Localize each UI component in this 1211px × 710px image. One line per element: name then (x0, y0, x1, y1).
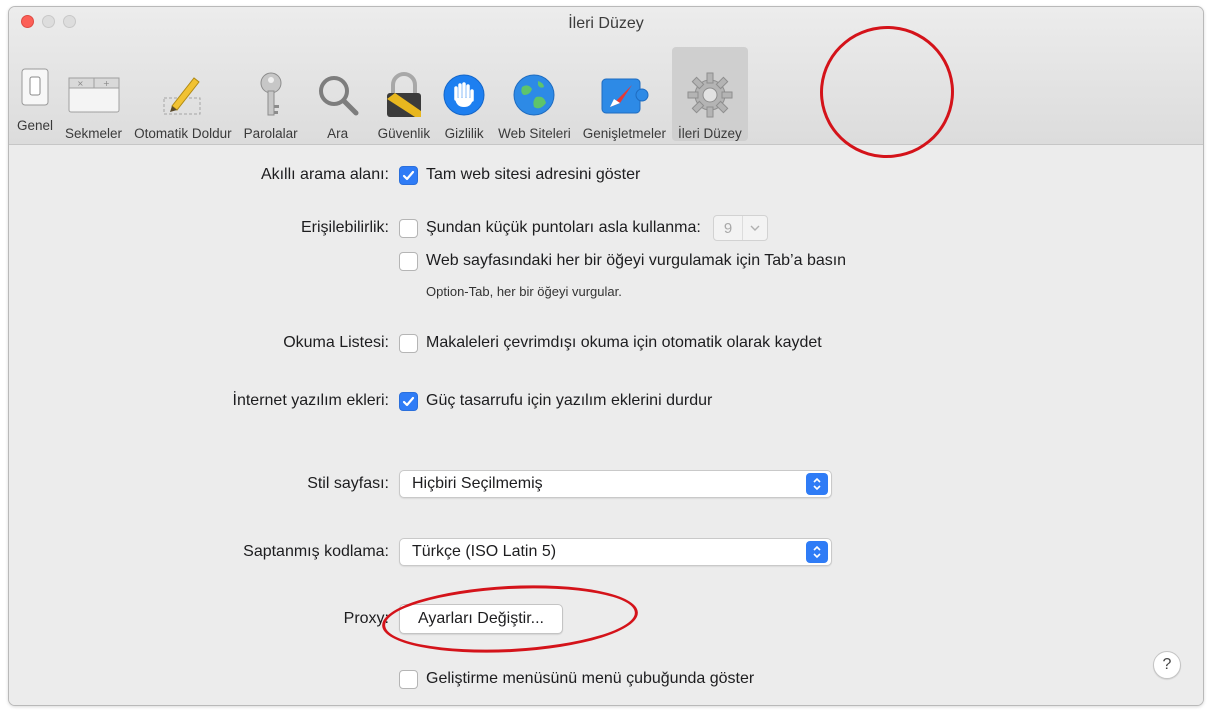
save-articles-offline-checkbox[interactable] (399, 333, 418, 353)
title-bar: İleri Düzey Genel × + Sekmeler Otomatik … (9, 7, 1203, 145)
gear-icon (686, 70, 734, 120)
style-sheet-select[interactable]: Hiçbiri Seçilmemiş (399, 470, 832, 498)
svg-text:+: + (103, 79, 110, 88)
develop-menu-text: Geliştirme menüsünü menü çubuğunda göste… (426, 670, 755, 687)
stop-plugins-text: Güç tasarrufu için yazılım eklerini durd… (426, 392, 713, 409)
save-articles-offline-text: Makaleleri çevrimdışı okuma için otomati… (426, 334, 822, 351)
show-full-address-option[interactable]: Tam web sitesi adresini göster (399, 165, 641, 185)
encoding-value: Türkçe (ISO Latin 5) (412, 543, 557, 560)
stop-plugins-option[interactable]: Güç tasarrufu için yazılım eklerini durd… (399, 391, 713, 411)
tab-highlight-note: Option-Tab, her bir öğeyi vurgular. (426, 283, 622, 299)
style-sheet-label: Stil sayfası: (307, 475, 389, 492)
plugins-row: İnternet yazılım ekleri: Güç tasarrufu i… (9, 387, 1203, 415)
window-title: İleri Düzey (568, 15, 644, 32)
preferences-toolbar: Genel × + Sekmeler Otomatik Doldur Parol… (9, 47, 748, 141)
accessibility-label: Erişilebilirlik: (300, 219, 389, 236)
encoding-select[interactable]: Türkçe (ISO Latin 5) (399, 538, 832, 566)
pencil-icon (158, 70, 208, 120)
toolbar-tab-extensions[interactable]: Genişletmeler (577, 47, 672, 141)
show-full-address-checkbox[interactable] (399, 165, 418, 185)
tab-highlight-row: Web sayfasındaki her bir öğeyi vurgulama… (9, 247, 1203, 275)
select-arrows-icon (806, 541, 828, 563)
reading-list-label: Okuma Listesi: (283, 334, 389, 351)
min-font-size-value: 9 (714, 216, 744, 240)
develop-menu-option[interactable]: Geliştirme menüsünü menü çubuğunda göste… (399, 669, 755, 689)
chevron-down-icon (743, 225, 767, 232)
svg-text:×: × (77, 79, 84, 88)
show-full-address-text: Tam web sitesi adresini göster (426, 166, 641, 183)
toolbar-tab-passwords[interactable]: Parolalar (238, 47, 304, 141)
toolbar-tab-advanced[interactable]: İleri Düzey (671, 47, 748, 141)
plugins-label: İnternet yazılım ekleri: (232, 392, 390, 409)
lock-icon (384, 70, 424, 120)
toolbar-tab-search[interactable]: Ara (304, 47, 372, 141)
style-sheet-value: Hiçbiri Seçilmemiş (412, 475, 543, 492)
change-proxy-settings-button[interactable]: Ayarları Değiştir... (399, 604, 563, 634)
globe-icon (512, 70, 556, 120)
tab-highlight-note-row: Option-Tab, her bir öğeyi vurgular. (9, 277, 1203, 305)
toolbar-tab-websites[interactable]: Web Siteleri (492, 47, 577, 141)
accessibility-row: Erişilebilirlik: Şundan küçük puntoları … (9, 214, 1203, 242)
tabs-icon: × + (68, 70, 120, 120)
puzzle-compass-icon (598, 70, 650, 120)
toolbar-tab-privacy[interactable]: Gizlilik (436, 47, 492, 141)
smart-search-row: Akıllı arama alanı: Tam web sitesi adres… (9, 161, 1203, 189)
develop-menu-row: Geliştirme menüsünü menü çubuğunda göste… (9, 665, 1203, 693)
encoding-label: Saptanmış kodlama: (243, 543, 389, 560)
hand-icon (442, 70, 486, 120)
general-switch-icon (20, 62, 50, 112)
toolbar-tab-tabs[interactable]: × + Sekmeler (59, 47, 128, 141)
encoding-row: Saptanmış kodlama: Türkçe (ISO Latin 5) (9, 538, 1203, 566)
toolbar-tab-general[interactable]: Genel (9, 47, 59, 141)
help-button[interactable]: ? (1153, 651, 1181, 679)
select-arrows-icon (806, 473, 828, 495)
min-font-size-checkbox[interactable] (399, 218, 418, 238)
proxy-row: Proxy: Ayarları Değiştir... (9, 604, 1203, 634)
tab-highlight-checkbox[interactable] (399, 251, 418, 271)
advanced-settings-pane: Akıllı arama alanı: Tam web sitesi adres… (9, 146, 1203, 705)
tab-highlight-text: Web sayfasındaki her bir öğeyi vurgulama… (426, 252, 847, 269)
preferences-window: İleri Düzey Genel × + Sekmeler Otomatik … (8, 6, 1204, 706)
toolbar-tab-security[interactable]: Güvenlik (372, 47, 437, 141)
proxy-label: Proxy: (343, 610, 389, 627)
reading-list-row: Okuma Listesi: Makaleleri çevrimdışı oku… (9, 329, 1203, 357)
style-sheet-row: Stil sayfası: Hiçbiri Seçilmemiş (9, 470, 1203, 498)
min-font-size-text: Şundan küçük puntoları asla kullanma: (426, 219, 701, 236)
magnifier-icon (316, 70, 360, 120)
tab-highlight-option[interactable]: Web sayfasındaki her bir öğeyi vurgulama… (399, 251, 847, 271)
min-font-size-select[interactable]: 9 (712, 215, 769, 241)
smart-search-label: Akıllı arama alanı: (260, 166, 389, 183)
stop-plugins-checkbox[interactable] (399, 391, 418, 411)
develop-menu-checkbox[interactable] (399, 669, 418, 689)
min-font-size-option[interactable]: Şundan küçük puntoları asla kullanma: 9 (399, 215, 769, 241)
key-icon (256, 70, 286, 120)
toolbar-tab-autofill[interactable]: Otomatik Doldur (128, 47, 238, 141)
save-articles-offline-option[interactable]: Makaleleri çevrimdışı okuma için otomati… (399, 333, 822, 353)
